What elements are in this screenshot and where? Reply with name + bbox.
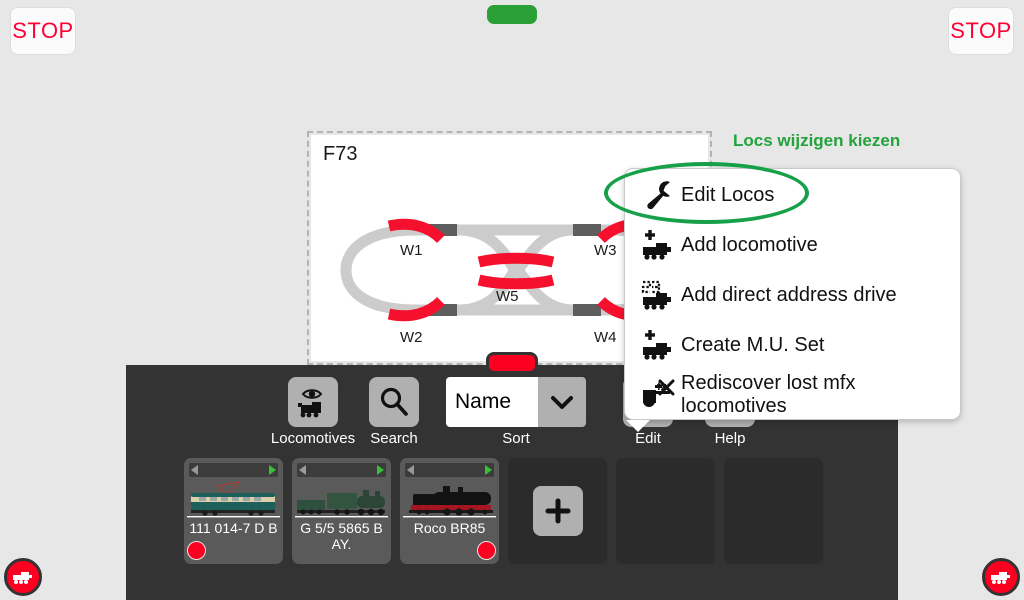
address-locomotive-icon (635, 274, 681, 316)
sort-control[interactable]: Name Sort (436, 377, 596, 447)
speed-slider[interactable] (297, 463, 386, 477)
menu-item-create-mu-set[interactable]: Create M.U. Set (625, 320, 960, 370)
switch-label-w3: W3 (594, 242, 617, 259)
menu-item-add-locomotive[interactable]: Add locomotive (625, 220, 960, 270)
menu-label: Rediscover lost mfx locomotives (681, 372, 856, 417)
go-pill-button[interactable] (487, 5, 537, 24)
locomotive-name: G 5/5 5865 B AY. (300, 520, 383, 552)
speed-slider[interactable] (189, 463, 278, 477)
stop-button-left[interactable]: STOP (11, 8, 75, 54)
toolbar-label-edit: Edit (635, 430, 661, 447)
plus-icon[interactable] (532, 486, 583, 536)
add-locomotive-tile[interactable] (508, 458, 607, 564)
locomotive-grid: 111 014-7 D B G 5/5 5865 B AY. Roco BR85 (184, 458, 823, 564)
switch-label-w2: W2 (400, 329, 423, 346)
chevron-down-icon[interactable] (538, 377, 586, 427)
add-locomotive-glyph (643, 330, 671, 360)
toolbar-label-locomotives: Locomotives (270, 430, 356, 447)
add-locomotive-icon (635, 324, 681, 366)
menu-label: Add locomotive (681, 233, 818, 256)
toolbar-item-search[interactable]: Search (352, 377, 436, 447)
locomotive-card[interactable]: 111 014-7 D B (184, 458, 283, 564)
arrow-left-icon[interactable] (299, 465, 306, 475)
wrench-glyph (647, 181, 670, 210)
toolbar-label-search: Search (370, 430, 418, 447)
menu-item-rediscover-mfx[interactable]: fx Rediscover lost mfx locomotives (625, 370, 960, 420)
locomotive-image (295, 480, 388, 520)
annotation-title: Locs wijzigen kiezen (733, 131, 901, 150)
screen-root: STOP STOP F73 W1 W2 W3 W4 W5 Locomotives… (0, 0, 1024, 600)
menu-label: Create M.U. Set (681, 333, 825, 356)
locomotive-card[interactable]: Roco BR85 (400, 458, 499, 564)
status-badge[interactable] (187, 541, 206, 560)
wrench-icon (635, 174, 681, 216)
arrow-left-icon[interactable] (191, 465, 198, 475)
locomotive-icon (991, 572, 1010, 584)
switch-label-w1: W1 (400, 242, 423, 259)
eye-locomotive-icon[interactable] (288, 377, 338, 427)
speed-slider[interactable] (405, 463, 494, 477)
locomotive-image (403, 480, 496, 520)
status-badge[interactable] (477, 541, 496, 560)
arrow-right-icon[interactable] (269, 465, 276, 475)
menu-pointer-tail (626, 420, 650, 432)
locomotive-shortcut-left[interactable] (4, 558, 42, 596)
magnifier-glyph (380, 387, 408, 416)
stop-button-right[interactable]: STOP (949, 8, 1013, 54)
emergency-stop-pill[interactable] (486, 352, 538, 374)
locomotive-image (187, 480, 280, 520)
plus-glyph (545, 498, 570, 524)
locomotive-name: Roco BR85 (413, 520, 486, 536)
sort-selected-value[interactable]: Name (446, 377, 538, 427)
stop-label-right: STOP (950, 18, 1012, 43)
locomotive-name: 111 014-7 D B (189, 520, 278, 536)
edit-context-menu[interactable]: Edit Locos Add locomotive Add direct add… (624, 168, 961, 432)
menu-item-add-direct-address-drive[interactable]: Add direct address drive (625, 270, 960, 320)
locomotive-icon (13, 572, 32, 584)
chevron-down-glyph (551, 396, 573, 409)
add-locomotive-glyph (643, 230, 671, 260)
empty-slot[interactable] (616, 458, 715, 564)
menu-label: Add direct address drive (681, 283, 897, 306)
arrow-right-icon[interactable] (485, 465, 492, 475)
toolbar-item-locomotives[interactable]: Locomotives (271, 377, 355, 447)
arrow-right-icon[interactable] (377, 465, 384, 475)
locomotive-shortcut-right[interactable] (982, 558, 1020, 596)
empty-slot[interactable] (724, 458, 823, 564)
locomotive-card[interactable]: G 5/5 5865 B AY. (292, 458, 391, 564)
mfx-rediscover-glyph: fx (643, 379, 675, 407)
switch-label-w4: W4 (594, 329, 617, 346)
mfx-rediscover-icon: fx (635, 374, 681, 416)
sort-label: Sort (502, 430, 530, 447)
switch-label-w5: W5 (496, 288, 519, 305)
arrow-left-icon[interactable] (407, 465, 414, 475)
sort-select[interactable]: Name (446, 377, 586, 427)
address-locomotive-glyph (641, 280, 671, 310)
menu-label: Edit Locos (681, 183, 775, 206)
eye-locomotive-glyph (298, 389, 323, 418)
menu-item-edit-locos[interactable]: Edit Locos (625, 170, 960, 220)
toolbar-label-help: Help (714, 430, 746, 447)
add-locomotive-icon (635, 224, 681, 266)
search-icon[interactable] (369, 377, 419, 427)
stop-label-left: STOP (12, 18, 74, 43)
